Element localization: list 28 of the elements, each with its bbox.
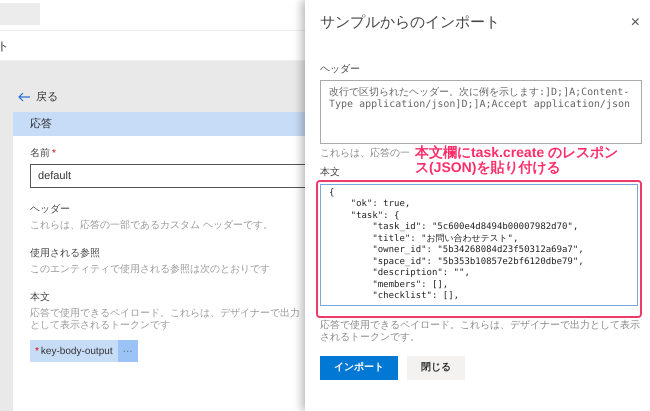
field-label: 使用される参照 <box>30 246 101 261</box>
dialog-button[interactable]: インポート <box>320 356 398 380</box>
token-chip[interactable]: * key-body-output <box>30 340 118 362</box>
field-label: 本文 <box>30 290 51 305</box>
close-button[interactable]: × <box>630 15 640 32</box>
field-label: ヘッダー <box>320 62 361 76</box>
field-hint: 応答で使用できるペイロード。これらは、デザイナーで出力として表示されるトークンです。 <box>320 320 641 344</box>
token-label: key-body-output <box>40 344 113 358</box>
field-label: 本文 <box>320 166 340 180</box>
required-mark: * <box>52 147 56 161</box>
header-input[interactable]: 改行で区切られたヘッダー。次に例を示します:]D;]A;Content-Type application/json]D;]A;Accept application/json <box>320 80 642 144</box>
name-input[interactable]: default <box>30 164 305 188</box>
required-mark: * <box>35 344 39 358</box>
field-hint: このエンティティで使用される参照は次のとおりです <box>30 264 271 276</box>
token-menu-button[interactable]: ··· <box>118 340 138 362</box>
field-label: ヘッダー <box>30 203 71 217</box>
annotation-text: 本文欄にtask.create のレスポンス(JSON)を貼り付ける <box>415 145 620 175</box>
section-header: 応答 <box>13 112 305 136</box>
dialog-button[interactable]: 閉じる <box>407 356 465 380</box>
field-hint: これらは、応答の一 <box>320 146 410 160</box>
field-label: 名前 <box>30 147 50 161</box>
dialog-title: サンプルからのインポート <box>320 13 500 33</box>
body-input[interactable]: { "ok": true, "task": { "task_id": "5c600e4d8494b00007982d70", "title": "お問い合わせテスト", "owner_id": "5b34268084d23f50312a69a7", "space_id": "5b353b10857e2bf6120dbe79", "description": "", "members": [], "checklist": [], <box>320 184 638 306</box>
page-title: ト <box>0 38 9 54</box>
back-link[interactable]: 戻る <box>18 87 305 107</box>
field-hint: 応答で使用できるペイロード。これらは、デザイナーで出力として表示されるトークンです <box>30 308 301 332</box>
field-hint: これらは、応答の一部であるカスタム ヘッダーです。 <box>30 220 274 232</box>
back-arrow-icon <box>18 92 30 102</box>
